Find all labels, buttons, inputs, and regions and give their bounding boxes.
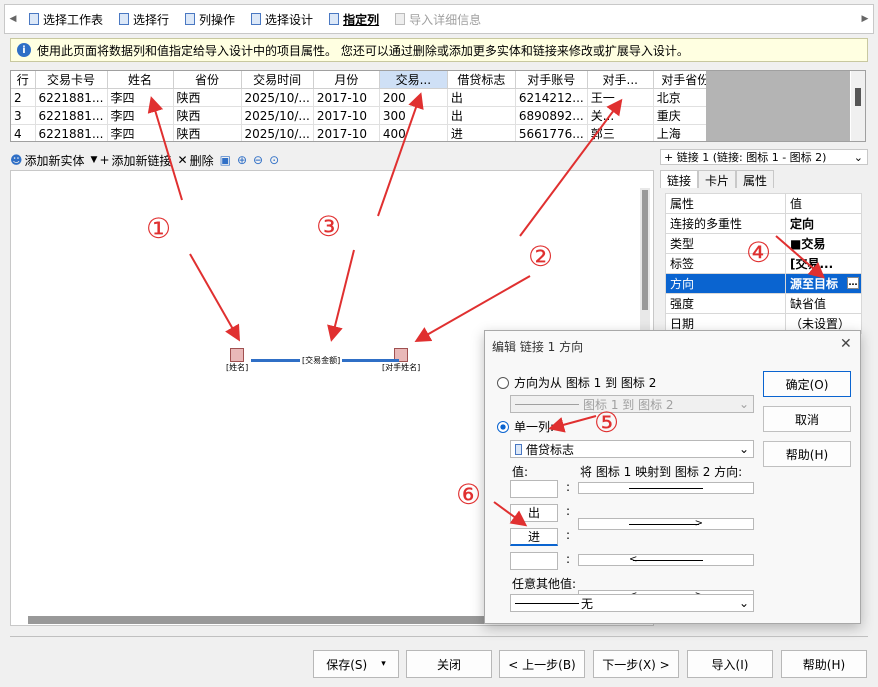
prev-button[interactable]: < 上一步(B) [499, 650, 585, 678]
import-button[interactable]: 导入(I) [687, 650, 773, 678]
annotation-marker-5: ⑤ [594, 406, 620, 439]
annotation-arrow [147, 96, 183, 201]
close-button[interactable]: 关闭 [406, 650, 492, 678]
annotation-marker-1: ① [146, 212, 172, 245]
annotation-arrows [147, 92, 826, 527]
dropdown-arrow-icon: ▾ [381, 659, 386, 669]
annotation-arrow [493, 501, 528, 527]
annotation-marker-2: ② [528, 240, 554, 273]
annotation-arrow [327, 249, 355, 342]
annotation-arrow [189, 253, 240, 342]
bottom-separator [10, 636, 868, 637]
annotation-arrow [775, 235, 826, 279]
annotation-marker-3: ③ [316, 210, 342, 243]
annotation-arrow [377, 92, 424, 217]
annotation-marker-6: ⑥ [456, 478, 482, 511]
annotation-arrow [414, 275, 531, 342]
annotation-arrow [548, 415, 597, 433]
annotation-arrow [519, 98, 623, 237]
next-button[interactable]: 下一步(X) > [593, 650, 679, 678]
annotation-marker-4: ④ [746, 236, 772, 269]
help-button[interactable]: 帮助(H) [781, 650, 867, 678]
save-button[interactable]: 保存(S) ▾ [313, 650, 399, 678]
